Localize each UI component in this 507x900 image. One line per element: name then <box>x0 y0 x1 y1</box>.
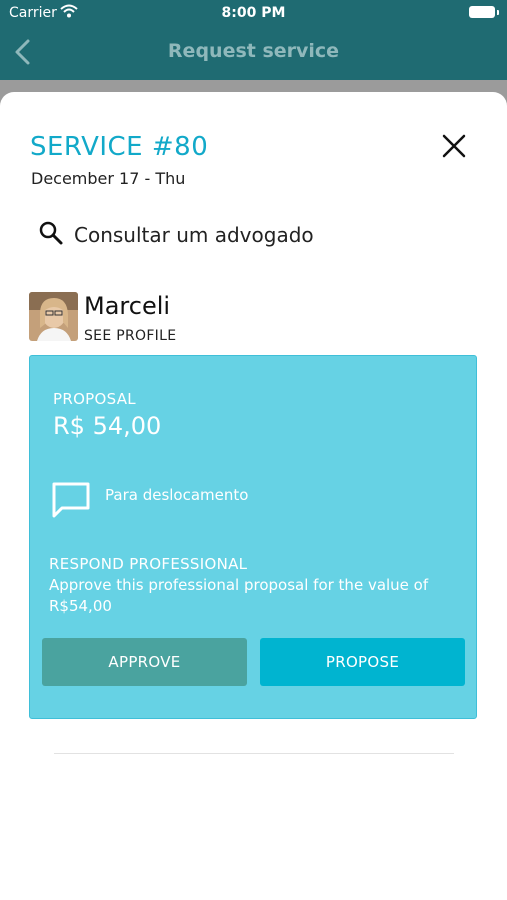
approve-button[interactable]: APPROVE <box>42 638 247 686</box>
service-date: December 17 - Thu <box>31 169 186 188</box>
battery-icon <box>469 6 499 18</box>
service-title: SERVICE #80 <box>30 132 209 162</box>
proposal-label: PROPOSAL <box>53 390 136 408</box>
service-category-text: Consultar um advogado <box>74 223 314 247</box>
search-icon <box>39 221 63 245</box>
proposal-value: R$ 54,00 <box>53 412 162 440</box>
navigation-bar: Carrier 8:00 PM Request service <box>0 0 507 80</box>
propose-button[interactable]: PROPOSE <box>260 638 465 686</box>
service-sheet: SERVICE #80 December 17 - Thu Consultar … <box>0 92 507 900</box>
clock: 8:00 PM <box>221 5 286 21</box>
close-icon[interactable] <box>440 132 468 160</box>
respond-description: Approve this professional proposal for t… <box>49 576 429 615</box>
divider <box>54 753 454 754</box>
chat-bubble-icon <box>52 482 90 518</box>
respond-title: RESPOND PROFESSIONAL <box>49 555 248 573</box>
proposal-card: PROPOSAL R$ 54,00 Para deslocamento RESP… <box>29 355 477 719</box>
proposal-note: Para deslocamento <box>105 486 249 504</box>
page-title: Request service <box>167 40 340 62</box>
professional-name: Marceli <box>84 292 171 320</box>
avatar[interactable] <box>29 292 78 341</box>
see-profile-link[interactable]: SEE PROFILE <box>84 328 176 344</box>
status-bar: Carrier 8:00 PM <box>0 0 507 28</box>
